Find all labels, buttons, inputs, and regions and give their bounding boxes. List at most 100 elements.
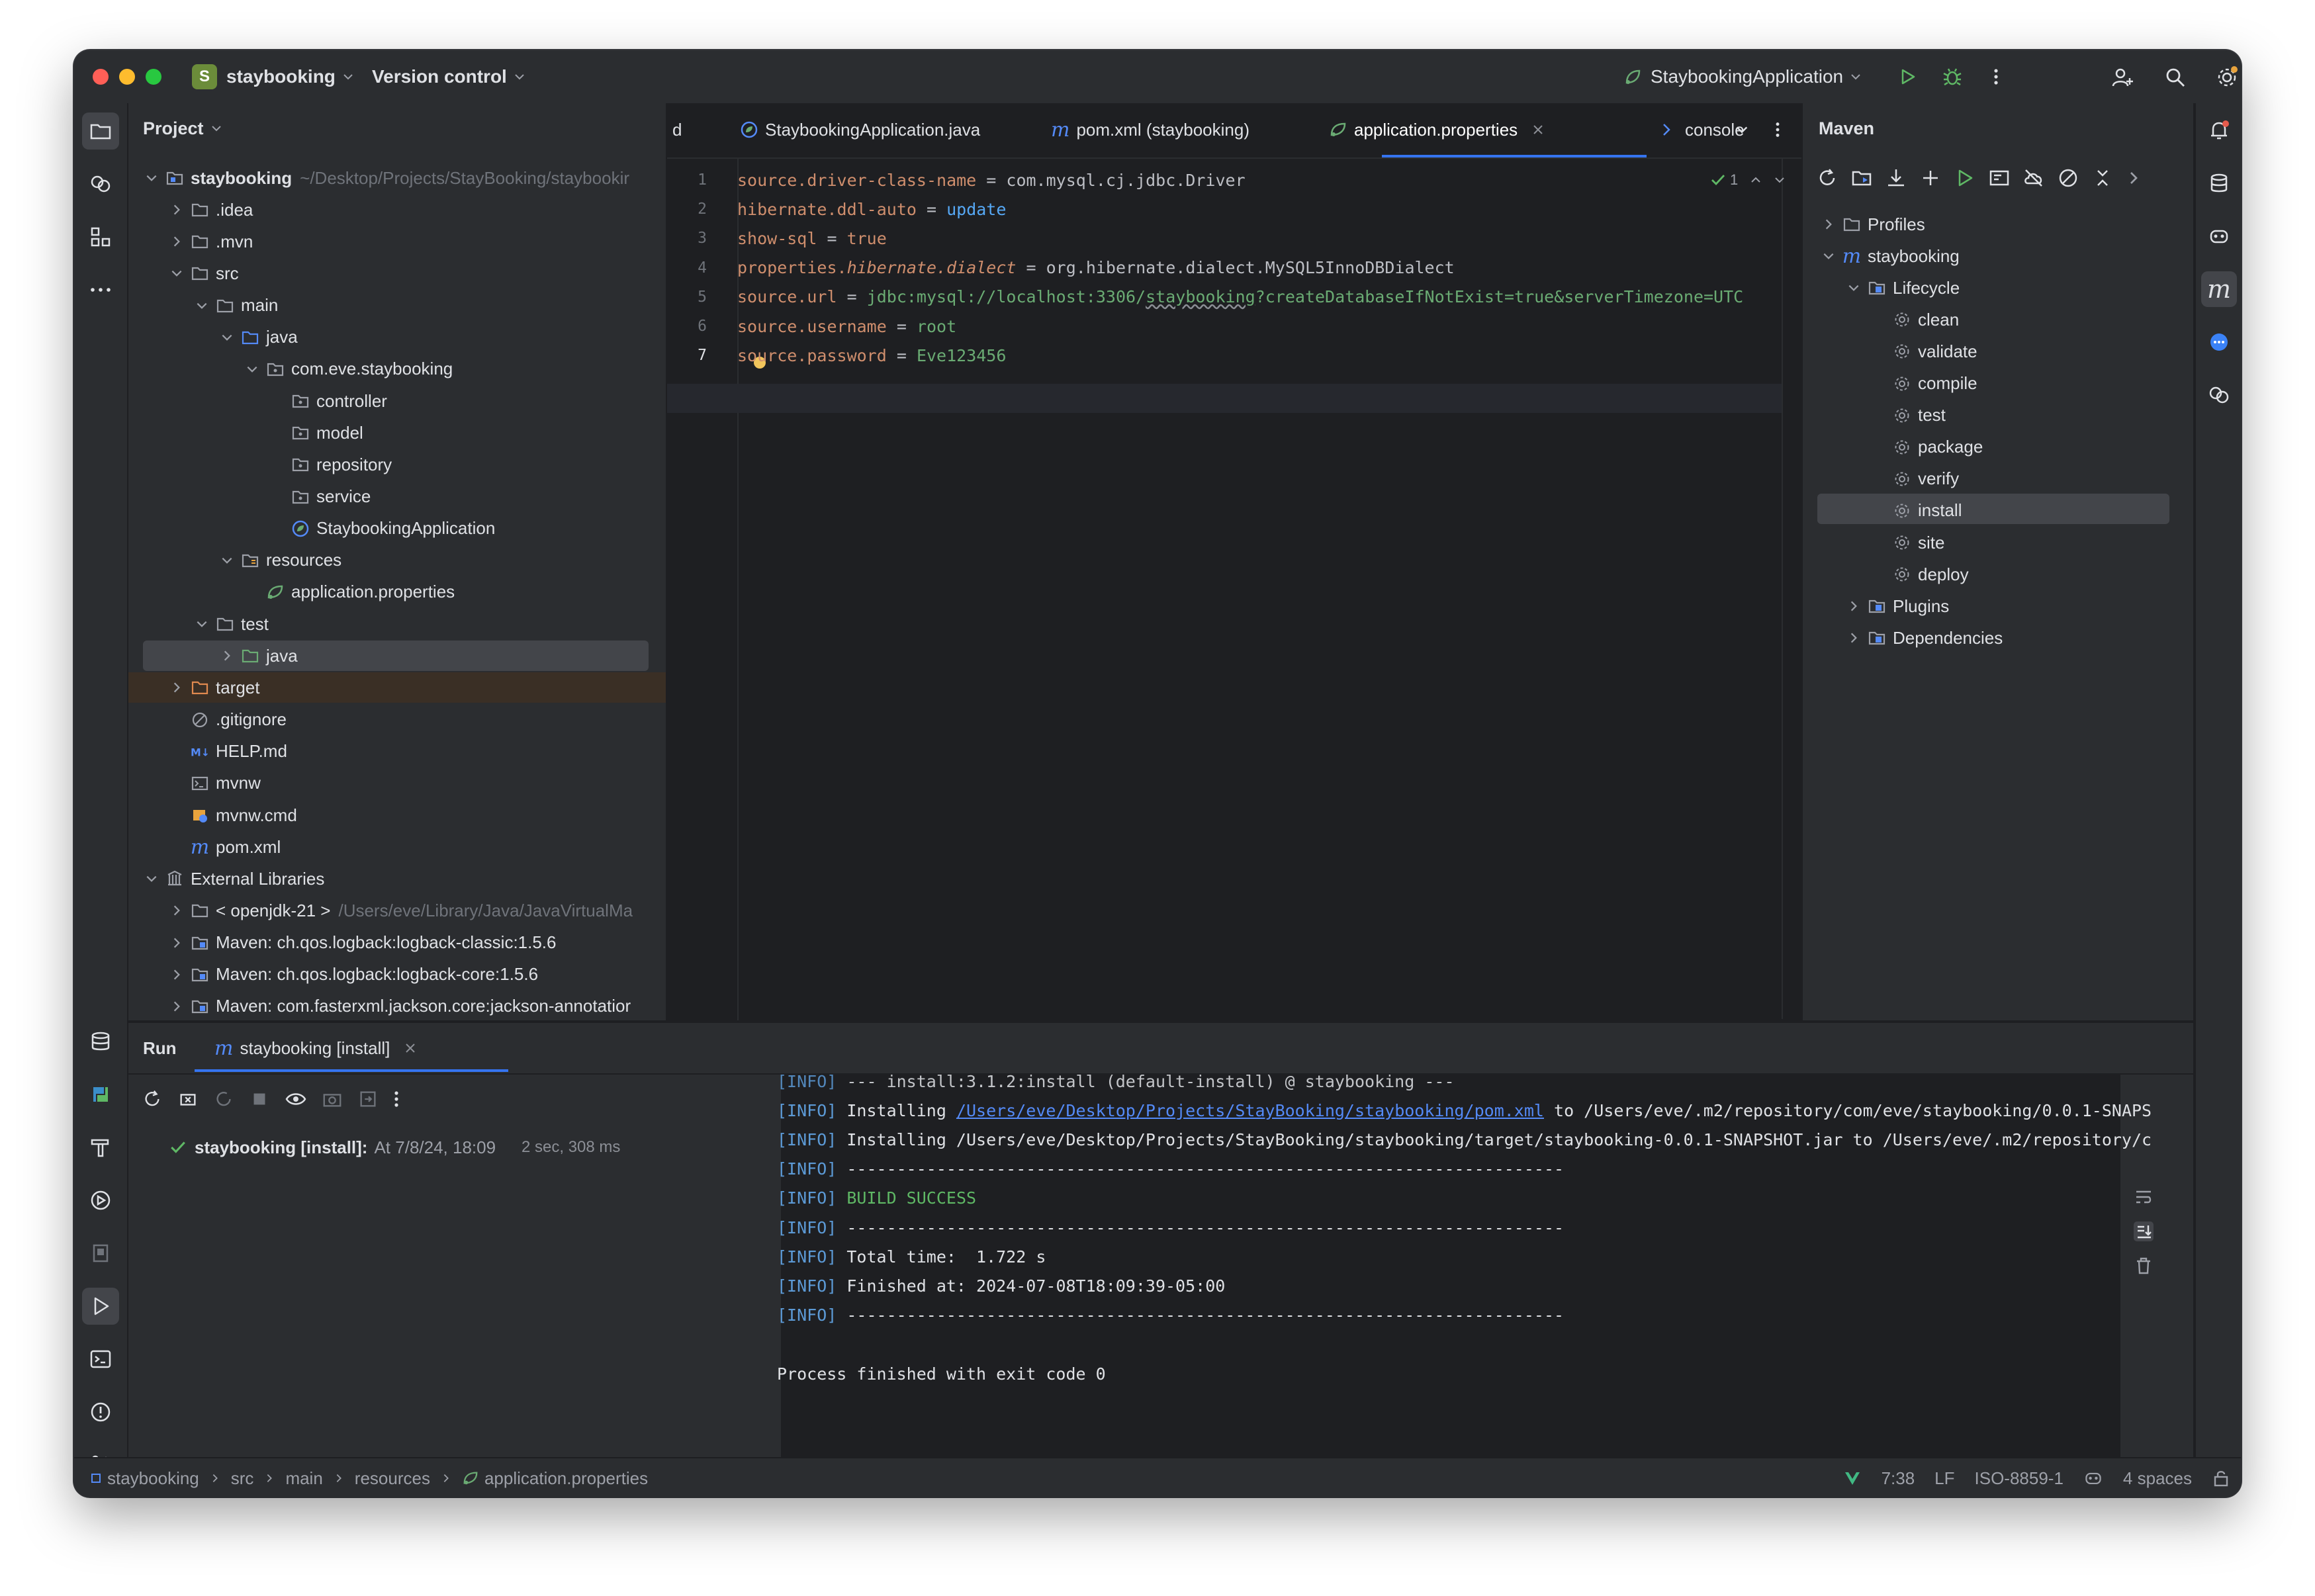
copilot-button[interactable] — [2201, 218, 2237, 254]
breadcrumb-item[interactable]: application.properties — [484, 1468, 648, 1489]
database-tool-button[interactable] — [82, 1023, 119, 1060]
tree-item-application-properties[interactable]: application.properties — [244, 577, 455, 607]
chevron-down-icon[interactable] — [193, 615, 210, 633]
tree-item-idea[interactable]: .idea — [168, 195, 253, 225]
tree-item-logback-core[interactable]: Maven: ch.qos.logback:logback-core:1.5.6 — [168, 959, 538, 990]
maven-item-package[interactable]: package — [1870, 432, 1983, 463]
tree-item-external-libraries[interactable]: External Libraries — [143, 864, 324, 894]
tree-item-resources[interactable]: resources — [218, 545, 341, 576]
maven-item-validate[interactable]: validate — [1870, 336, 1977, 367]
tree-item-src[interactable]: src — [168, 258, 239, 288]
run-tool-button[interactable] — [82, 1288, 119, 1325]
structure-tool-button[interactable] — [82, 218, 119, 255]
run-config-selector[interactable]: StaybookingApplication — [1623, 64, 1862, 90]
tree-item-help-md[interactable]: M↓ HELP.md — [168, 736, 287, 767]
tree-item-target[interactable]: target — [168, 672, 260, 703]
chevron-right-icon[interactable] — [218, 647, 236, 664]
chevron-down-icon[interactable] — [244, 361, 261, 378]
chevron-right-icon[interactable] — [168, 998, 185, 1015]
chevron-down-icon[interactable] — [218, 329, 236, 346]
debug-button[interactable] — [1939, 64, 1966, 90]
maven-tool-button[interactable]: m — [2201, 271, 2237, 307]
code-line[interactable]: 6 source.username = root — [667, 312, 956, 341]
tree-item-logback-classic[interactable]: Maven: ch.qos.logback:logback-classic:1.… — [168, 928, 557, 958]
tree-item-model[interactable]: model — [269, 418, 363, 448]
tree-item-test-java[interactable]: java — [218, 641, 298, 671]
chevron-right-icon[interactable] — [1845, 598, 1862, 615]
copilot-status-icon[interactable] — [2083, 1468, 2103, 1488]
file-encoding[interactable]: ISO-8859-1 — [1975, 1468, 2064, 1489]
chevron-right-icon[interactable] — [168, 233, 185, 250]
maven-item-plugins[interactable]: Plugins — [1845, 591, 1949, 621]
chevron-right-icon[interactable] — [1820, 216, 1837, 233]
tree-item-com-eve-staybooking[interactable]: com.eve.staybooking — [244, 354, 453, 384]
notifications-button[interactable] — [2201, 112, 2237, 148]
chevron-down-icon[interactable] — [1845, 279, 1862, 296]
tree-item-main[interactable]: main — [193, 290, 278, 321]
minimize-window-button[interactable] — [119, 69, 135, 85]
tree-item-mvnw-cmd[interactable]: mvnw.cmd — [168, 800, 297, 830]
maven-item-install[interactable]: install — [1870, 496, 1962, 526]
code-line[interactable]: 4 properties.hibernate.dialect = org.hibe… — [667, 253, 1455, 283]
project-tool-button[interactable] — [82, 112, 119, 150]
vue-icon[interactable] — [1843, 1469, 1862, 1487]
breadcrumb-item[interactable]: main — [285, 1468, 322, 1489]
chevron-down-icon[interactable] — [143, 169, 160, 187]
chevron-right-icon[interactable] — [168, 934, 185, 952]
tree-item-java[interactable]: java — [218, 322, 298, 353]
services-tool-button[interactable] — [82, 1182, 119, 1219]
line-separator[interactable]: LF — [1934, 1468, 1954, 1489]
code-line[interactable]: 3 show-sql = true — [667, 224, 887, 253]
maven-item-compile[interactable]: compile — [1870, 369, 1977, 399]
settings-button[interactable] — [2213, 64, 2241, 91]
chevron-down-icon[interactable] — [1820, 247, 1837, 265]
code-line[interactable]: 2 hibernate.ddl-auto = update — [667, 195, 1006, 224]
bookmarks-tool-button[interactable] — [82, 1235, 119, 1272]
code-line[interactable]: 1 source.driver-class-name = com.mysql.cj… — [667, 165, 1246, 195]
vcs-menu[interactable]: Version control — [372, 64, 525, 90]
python-tool-button[interactable] — [82, 1076, 119, 1113]
log-file-link[interactable]: /Users/eve/Desktop/Projects/StayBooking/… — [956, 1101, 1544, 1120]
indent-setting[interactable]: 4 spaces — [2123, 1468, 2192, 1489]
maven-item-clean[interactable]: clean — [1870, 304, 1959, 335]
chevron-down-icon[interactable] — [143, 870, 160, 887]
code-editor[interactable]: 1 source.driver-class-name = com.mysql.cj… — [667, 103, 1782, 1020]
ai-assistant-tool-button[interactable] — [82, 165, 119, 202]
tree-item-repository[interactable]: repository — [269, 449, 392, 480]
maven-item-verify[interactable]: verify — [1870, 464, 1959, 494]
more-tools-button[interactable] — [82, 271, 119, 308]
chevron-right-icon[interactable] — [168, 966, 185, 983]
build-tool-button[interactable] — [82, 1129, 119, 1166]
zoom-window-button[interactable] — [146, 69, 161, 85]
chevron-right-icon[interactable] — [168, 201, 185, 218]
caret-position[interactable]: 7:38 — [1882, 1468, 1915, 1489]
tree-item-mvn[interactable]: .mvn — [168, 226, 253, 257]
tree-item-staybooking-root[interactable]: staybooking ~/Desktop/Projects/StayBookin… — [143, 163, 629, 193]
code-line[interactable]: 7 source.password = Eve123456 — [667, 341, 1006, 370]
chevron-down-icon[interactable] — [168, 265, 185, 282]
maven-item-test[interactable]: test — [1870, 400, 1946, 431]
search-everywhere-button[interactable] — [2161, 64, 2189, 91]
tree-item-jackson-annotations[interactable]: Maven: com.fasterxml.jackson.core:jackso… — [168, 991, 631, 1020]
tree-item-gitignore[interactable]: .gitignore — [168, 705, 287, 735]
terminal-tool-button[interactable] — [82, 1341, 119, 1378]
maven-item-dependencies[interactable]: Dependencies — [1845, 623, 2003, 653]
tree-item-service[interactable]: service — [269, 482, 371, 512]
chevron-right-icon[interactable] — [1845, 629, 1862, 646]
project-switcher[interactable]: S staybooking — [192, 64, 354, 90]
close-window-button[interactable] — [93, 69, 109, 85]
code-line[interactable]: 5 source.url = jdbc:mysql://localhost:330… — [667, 283, 1743, 312]
maven-item-lifecycle[interactable]: Lifecycle — [1845, 273, 1960, 303]
chevron-down-icon[interactable] — [218, 552, 236, 569]
lock-icon[interactable] — [2212, 1469, 2230, 1487]
maven-item-deploy[interactable]: deploy — [1870, 559, 1969, 590]
chevron-right-icon[interactable] — [168, 679, 185, 696]
chat-button[interactable] — [2201, 324, 2237, 360]
maven-item-site[interactable]: site — [1870, 527, 1944, 558]
chevron-right-icon[interactable] — [168, 902, 185, 919]
tree-item-mvnw[interactable]: mvnw — [168, 768, 261, 799]
run-button[interactable] — [1894, 64, 1921, 90]
breadcrumb-item[interactable]: resources — [355, 1468, 430, 1489]
ai-chat-button[interactable] — [2201, 377, 2237, 413]
tree-item-pom-xml[interactable]: m pom.xml — [168, 832, 281, 862]
